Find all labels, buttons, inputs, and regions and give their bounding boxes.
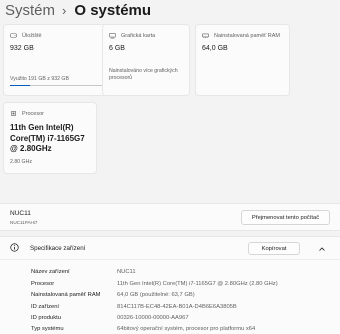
spec-row: Typ systému 64bitový operační systém, pr… [0, 324, 340, 334]
breadcrumb: Systém › O systému [5, 0, 151, 20]
gpu-value: 6 GB [109, 45, 125, 52]
section-divider [0, 259, 340, 260]
breadcrumb-parent[interactable]: Systém [5, 2, 55, 19]
spec-key: Typ systému [31, 326, 64, 332]
cpu-label: Procesor [22, 110, 45, 117]
spec-key: Název zařízení [31, 269, 70, 275]
info-icon [10, 243, 19, 252]
spec-value: 814C117B-EC48-42EA-B01A-D4B6E6A3805B [117, 304, 237, 310]
ram-value: 64,0 GB [202, 45, 228, 52]
gpu-note: Nainstalováno více grafických procesorů [109, 68, 178, 81]
gpu-label: Grafická karta [121, 32, 156, 39]
spec-key: ID zařízení [31, 304, 60, 310]
spec-row: ID zařízení 814C117B-EC48-42EA-B01A-D4B6… [0, 302, 340, 312]
storage-usage-bar [10, 85, 109, 86]
storage-usage-fill [10, 85, 31, 86]
ram-card[interactable]: Nainstalovaná paměť RAM 64,0 GB [195, 24, 290, 96]
storage-icon [10, 33, 17, 38]
cpu-frequency: 2.80 GHz [10, 159, 32, 165]
cpu-card[interactable]: Procesor 11th Gen Intel(R) Core(TM) i7-1… [3, 102, 97, 174]
spec-value: 64bitový operační systém, procesor pro p… [117, 326, 256, 332]
device-specs-section: Specifikace zařízení Kopírovat Název zař… [0, 236, 340, 334]
spec-value: 00326-10000-00000-AA967 [117, 315, 189, 321]
breadcrumb-chevron-icon: › [62, 2, 67, 18]
device-specs-title: Specifikace zařízení [30, 244, 86, 252]
device-name: NUC11 [10, 210, 31, 217]
spec-value: NUC11 [117, 269, 136, 275]
spec-row: Název zařízení NUC11 [0, 267, 340, 277]
memory-icon [202, 33, 209, 38]
spec-row: Nainstalovaná paměť RAM 64,0 GB (použite… [0, 290, 340, 300]
cpu-value: 11th Gen Intel(R) Core(TM) i7-1165G7 @ 2… [10, 123, 85, 153]
spec-key: Procesor [31, 281, 55, 287]
device-name-row: NUC11 NUC11PAHi7 Přejmenovat tento počít… [0, 203, 340, 231]
spec-row: Procesor 11th Gen Intel(R) Core(TM) i7-1… [0, 279, 340, 289]
spec-key: Nainstalovaná paměť RAM [31, 292, 101, 298]
page-title: O systému [74, 1, 152, 19]
gpu-card[interactable]: Grafická karta 6 GB Nainstalováno více g… [102, 24, 190, 96]
spec-key: ID produktu [31, 315, 61, 321]
storage-usage-text: Využito 191 GB z 932 GB [10, 76, 69, 82]
spec-row: ID produktu 00326-10000-00000-AA967 [0, 313, 340, 323]
copy-button[interactable]: Kopírovat [248, 242, 300, 255]
graphics-card-icon [109, 33, 116, 39]
processor-icon [11, 111, 16, 116]
chevron-up-icon[interactable] [318, 245, 326, 253]
storage-value: 932 GB [10, 45, 34, 52]
spec-value: 64,0 GB (použitelné: 63,7 GB) [117, 292, 195, 298]
device-model: NUC11PAHi7 [10, 220, 38, 225]
storage-label: Úložiště [22, 32, 42, 39]
ram-label: Nainstalovaná paměť RAM [214, 32, 280, 39]
storage-card[interactable]: Úložiště 932 GB Využito 191 GB z 932 GB [3, 24, 109, 96]
spec-value: 11th Gen Intel(R) Core(TM) i7-1165G7 @ 2… [117, 281, 278, 287]
rename-pc-button[interactable]: Přejmenovat tento počítač [241, 210, 330, 225]
